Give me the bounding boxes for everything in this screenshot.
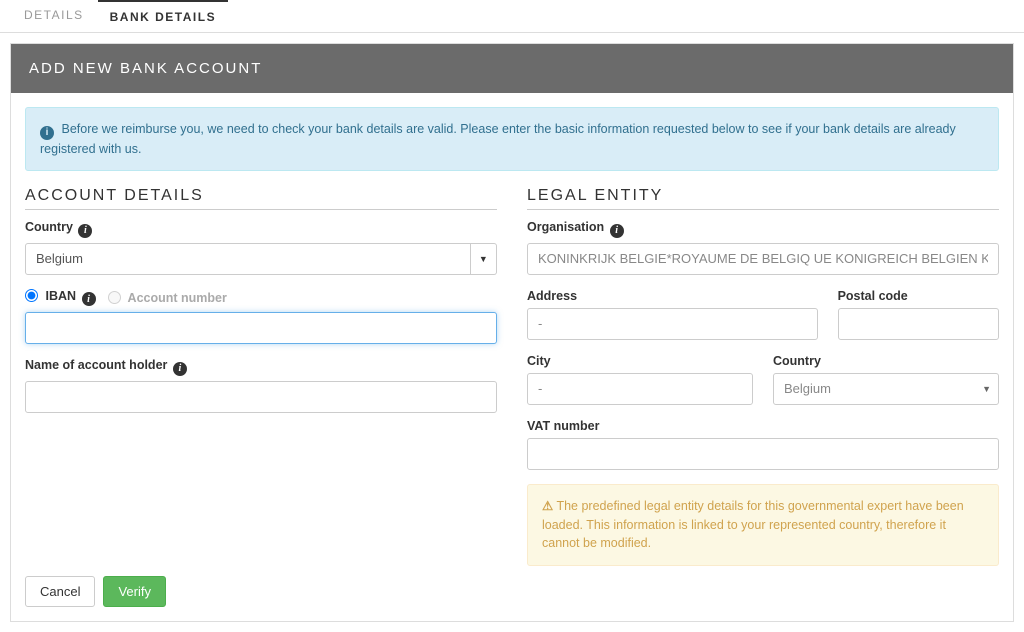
info-alert: i Before we reimburse you, we need to ch…: [25, 107, 999, 171]
chevron-down-icon: ▼: [982, 384, 991, 394]
country-value[interactable]: [25, 243, 471, 275]
organisation-input: [527, 243, 999, 275]
account-details-section: ACCOUNT DETAILS Country i ▼: [25, 185, 497, 566]
cancel-button[interactable]: Cancel: [25, 576, 95, 607]
organisation-label: Organisation i: [527, 220, 999, 238]
action-buttons: Cancel Verify: [25, 576, 999, 607]
warning-icon: ⚠: [542, 499, 553, 513]
info-alert-text: Before we reimburse you, we need to chec…: [40, 122, 956, 156]
legal-entity-section: LEGAL ENTITY Organisation i Address Post…: [527, 185, 999, 566]
info-icon[interactable]: i: [610, 224, 624, 238]
postal-label: Postal code: [838, 289, 999, 303]
account-number-radio-label: Account number: [108, 291, 227, 305]
address-label: Address: [527, 289, 818, 303]
account-id-type-radio-group: IBAN i Account number: [25, 289, 497, 307]
country-label: Country i: [25, 220, 497, 238]
panel-add-bank-account: ADD NEW BANK ACCOUNT i Before we reimbur…: [10, 43, 1014, 622]
info-icon[interactable]: i: [78, 224, 92, 238]
country-select[interactable]: ▼: [25, 243, 497, 275]
legal-country-label: Country: [773, 354, 999, 368]
verify-button[interactable]: Verify: [103, 576, 166, 607]
iban-radio[interactable]: [25, 289, 38, 302]
holder-input[interactable]: [25, 381, 497, 413]
account-number-radio: [108, 291, 121, 304]
legal-entity-heading: LEGAL ENTITY: [527, 187, 999, 210]
city-label: City: [527, 354, 753, 368]
tab-details[interactable]: DETAILS: [12, 0, 96, 32]
chevron-down-icon[interactable]: ▼: [471, 243, 497, 275]
warning-text: The predefined legal entity details for …: [542, 499, 964, 551]
panel-title: ADD NEW BANK ACCOUNT: [11, 44, 1013, 93]
info-icon[interactable]: i: [82, 292, 96, 306]
account-details-heading: ACCOUNT DETAILS: [25, 187, 497, 210]
vat-input: [527, 438, 999, 470]
legal-country-input: [773, 373, 999, 405]
iban-radio-label[interactable]: IBAN i: [25, 289, 96, 307]
address-input: [527, 308, 818, 340]
tab-bar: DETAILS BANK DETAILS: [0, 0, 1024, 33]
holder-label: Name of account holder i: [25, 358, 497, 376]
iban-input[interactable]: [25, 312, 497, 344]
warning-alert: ⚠ The predefined legal entity details fo…: [527, 484, 999, 566]
tab-bank-details[interactable]: BANK DETAILS: [98, 0, 228, 32]
city-input: [527, 373, 753, 405]
info-icon: i: [40, 126, 54, 140]
vat-label: VAT number: [527, 419, 999, 433]
info-icon[interactable]: i: [173, 362, 187, 376]
postal-input: [838, 308, 999, 340]
